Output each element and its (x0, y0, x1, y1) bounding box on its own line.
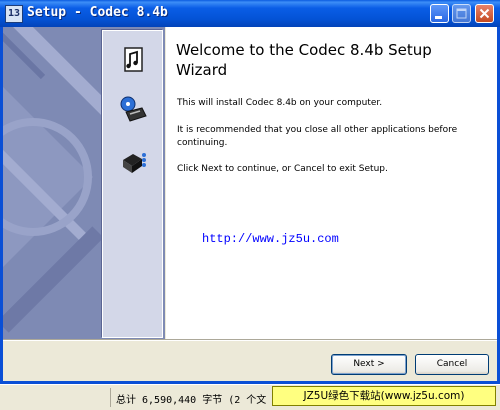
wizard-content: Welcome to the Codec 8.4b Setup Wizard T… (166, 27, 497, 339)
window-title: Setup - Codec 8.4b (27, 5, 168, 20)
status-text: 总计 6,590,440 字节 (2 个文 (116, 395, 267, 406)
next-button[interactable]: Next > (331, 354, 407, 375)
install-info-text: This will install Codec 8.4b on your com… (177, 98, 383, 108)
maximize-icon (456, 8, 467, 19)
wizard-banner (3, 27, 165, 339)
setup-app-icon[interactable]: 13 (5, 5, 23, 23)
close-icon (479, 8, 490, 19)
banner-icon-strip (102, 30, 163, 338)
site-badge: JZ5U绿色下载站(www.jz5u.com) (272, 386, 496, 406)
package-install-icon (123, 153, 146, 173)
disc-install-icon (120, 96, 147, 122)
close-button[interactable] (475, 4, 494, 23)
maximize-button (452, 4, 471, 23)
minimize-icon (435, 16, 442, 19)
close-apps-text: It is recommended that you close all oth… (177, 125, 458, 148)
cancel-button[interactable]: Cancel (415, 354, 489, 375)
welcome-heading: Welcome to the Codec 8.4b Setup Wizard (176, 41, 432, 79)
minimize-button[interactable] (430, 4, 449, 23)
status-separator (110, 388, 111, 407)
music-document-icon (124, 47, 143, 72)
instructions-text: Click Next to continue, or Cancel to exi… (177, 164, 388, 174)
website-url-text: http://www.jz5u.com (202, 232, 339, 246)
title-bar[interactable]: 13 Setup - Codec 8.4b (0, 0, 500, 27)
